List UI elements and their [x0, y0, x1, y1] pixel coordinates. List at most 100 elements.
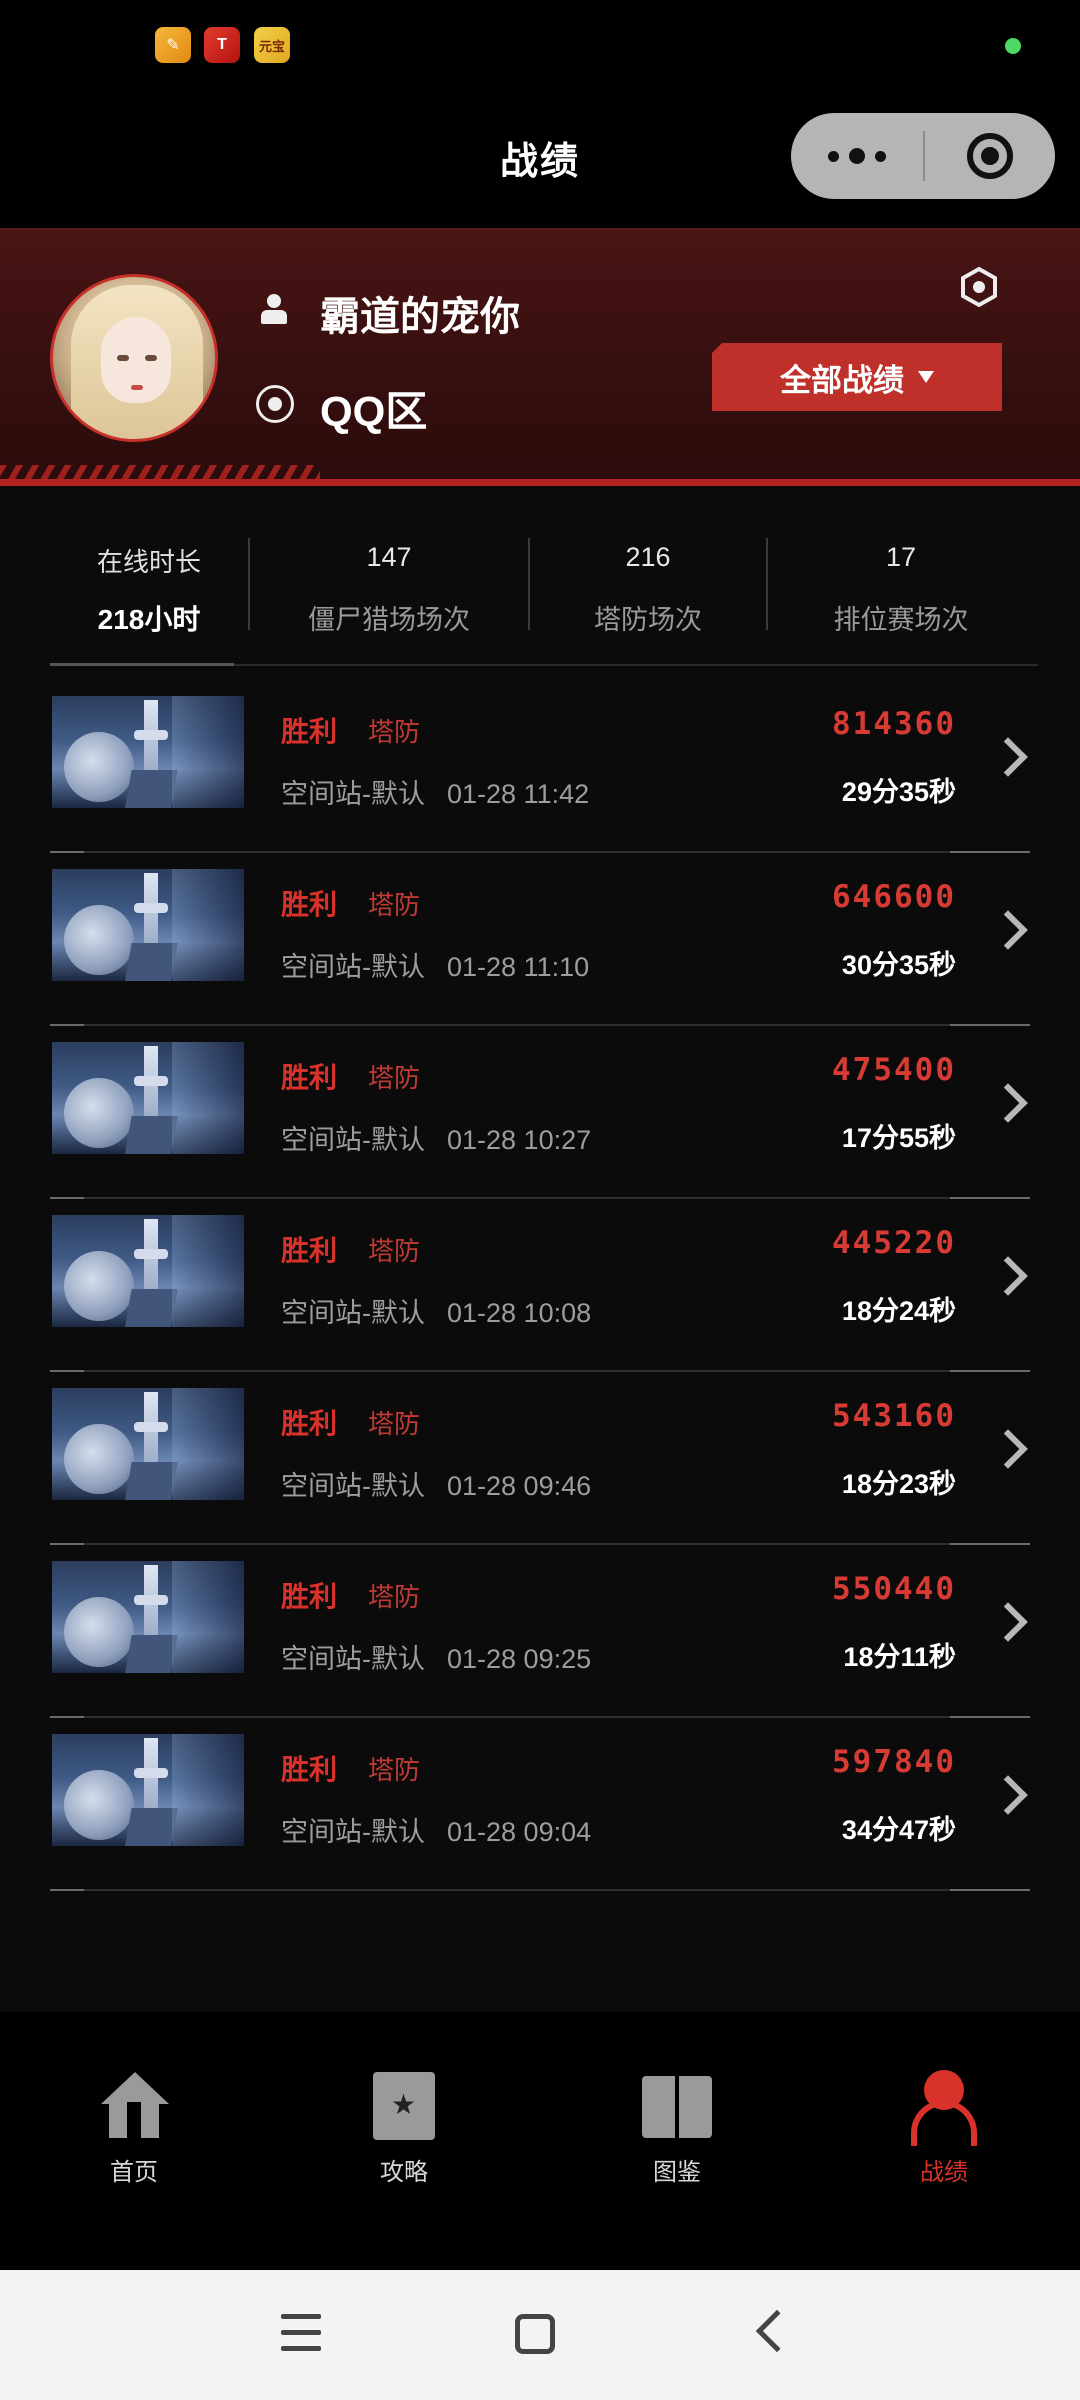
battle-score: 475400 — [832, 1052, 956, 1088]
battle-record-row[interactable]: 胜利 塔防 空间站-默认 01-28 11:42 814360 29分35秒 — [50, 680, 1030, 853]
battle-record-row[interactable]: 胜利 塔防 空间站-默认 01-28 11:10 646600 30分35秒 — [50, 853, 1030, 1026]
battle-record-row[interactable]: 胜利 塔防 空间站-默认 01-28 09:46 543160 18分23秒 — [50, 1372, 1030, 1545]
map-name: 空间站-默认 — [281, 1471, 425, 1501]
chevron-right-icon[interactable] — [986, 1427, 1030, 1471]
battle-duration: 18分11秒 — [843, 1642, 956, 1672]
open-book-icon — [642, 2070, 712, 2142]
battle-record-row[interactable]: 胜利 塔防 空间站-默认 01-28 10:08 445220 18分24秒 — [50, 1199, 1030, 1372]
battle-duration: 30分35秒 — [841, 950, 956, 980]
system-navigation-bar — [0, 2270, 1080, 2400]
map-name: 空间站-默认 — [281, 779, 425, 809]
dot-icon — [849, 148, 865, 164]
notes-app-icon: ✎ — [155, 27, 191, 63]
battle-time: 01-28 09:46 — [447, 1471, 592, 1501]
battle-score: 543160 — [832, 1398, 956, 1434]
battle-result: 胜利 — [281, 1408, 338, 1439]
tab-records[interactable]: 战绩 — [864, 2070, 1024, 2190]
battle-score: 646600 — [832, 879, 956, 915]
battle-record-row[interactable]: 胜利 塔防 空间站-默认 01-28 10:27 475400 17分55秒 — [50, 1026, 1030, 1199]
tab-label: 战绩 — [920, 2159, 968, 2186]
filter-label: 全部战绩 — [780, 362, 904, 398]
map-thumbnail — [52, 869, 244, 981]
battle-score: 445220 — [832, 1225, 956, 1261]
map-info: 空间站-默认 01-28 10:08 — [281, 1291, 591, 1330]
battle-record-row[interactable]: 胜利 塔防 空间站-默认 01-28 09:25 550440 18分11秒 — [50, 1545, 1030, 1718]
stat-online-time[interactable]: 在线时长 218小时 — [50, 520, 248, 666]
target-icon — [967, 133, 1013, 179]
back-arrow-icon[interactable] — [755, 2309, 799, 2353]
caret-down-icon — [918, 371, 934, 383]
battle-record-row[interactable]: 胜利 塔防 空间站-默认 01-28 09:04 597840 34分47秒 — [50, 1718, 1030, 1891]
user-icon — [258, 292, 290, 324]
battle-time: 01-28 10:27 — [447, 1125, 592, 1155]
battle-result: 胜利 — [281, 889, 338, 920]
map-thumbnail — [52, 1734, 244, 1846]
tab-label: 攻略 — [380, 2159, 428, 2186]
battle-mode: 塔防 — [368, 890, 421, 920]
battle-score: 550440 — [832, 1571, 956, 1607]
title-bar: 战绩 — [0, 90, 1080, 230]
battle-mode: 塔防 — [368, 1582, 421, 1612]
stat-tower-defense[interactable]: 216 塔防场次 — [530, 520, 766, 664]
map-thumbnail — [52, 1042, 244, 1154]
tab-label: 首页 — [110, 2159, 158, 2186]
battle-time: 01-28 10:08 — [447, 1298, 592, 1328]
battle-duration: 29分35秒 — [841, 777, 956, 807]
stat-label: 排位赛场次 — [833, 605, 969, 635]
chevron-right-icon[interactable] — [986, 908, 1030, 952]
battle-result: 胜利 — [281, 1581, 338, 1612]
all-records-filter-button[interactable]: 全部战绩 — [712, 343, 1002, 411]
hexagon-settings-icon[interactable] — [958, 266, 1000, 308]
profile-header: 霸道的宠你 QQ区 全部战绩 — [0, 228, 1080, 486]
battle-score: 597840 — [832, 1744, 956, 1780]
more-options-button[interactable] — [791, 113, 923, 199]
chevron-right-icon[interactable] — [986, 1773, 1030, 1817]
status-bar: ✎ T 元宝 — [0, 0, 1080, 90]
home-icon — [99, 2070, 169, 2142]
map-name: 空间站-默认 — [281, 1817, 425, 1847]
battle-duration: 18分24秒 — [841, 1296, 956, 1326]
username: 霸道的宠你 — [320, 295, 520, 339]
map-info: 空间站-默认 01-28 09:04 — [281, 1810, 591, 1849]
tab-label: 图鉴 — [653, 2159, 701, 2186]
tab-home[interactable]: 首页 — [54, 2070, 214, 2190]
game-app-icon: 元宝 — [254, 27, 290, 63]
battle-record-list: 胜利 塔防 空间站-默认 01-28 11:42 814360 29分35秒 胜利… — [50, 680, 1030, 1891]
battle-score: 814360 — [832, 706, 956, 742]
tab-guide[interactable]: 攻略 — [324, 2070, 484, 2190]
chevron-right-icon[interactable] — [986, 1254, 1030, 1298]
map-name: 空间站-默认 — [281, 1125, 425, 1155]
map-name: 空间站-默认 — [281, 952, 425, 982]
tab-encyclopedia[interactable]: 图鉴 — [597, 2070, 757, 2190]
battle-result: 胜利 — [281, 716, 338, 747]
battle-mode: 塔防 — [368, 717, 421, 747]
battle-time: 01-28 09:04 — [447, 1817, 592, 1847]
map-info: 空间站-默认 01-28 09:46 — [281, 1464, 591, 1503]
stat-value: 17 — [885, 542, 917, 572]
dot-icon — [875, 150, 886, 162]
map-info: 空间站-默认 01-28 10:27 — [281, 1118, 591, 1157]
home-square-icon[interactable] — [515, 2314, 555, 2354]
battle-duration: 34分47秒 — [841, 1815, 956, 1845]
chevron-right-icon[interactable] — [986, 1600, 1030, 1644]
battle-result: 胜利 — [281, 1235, 338, 1266]
chevron-right-icon[interactable] — [986, 1081, 1030, 1125]
stat-ranked[interactable]: 17 排位赛场次 — [768, 520, 1034, 664]
battle-mode: 塔防 — [368, 1236, 421, 1266]
map-thumbnail — [52, 1388, 244, 1500]
chevron-right-icon[interactable] — [986, 735, 1030, 779]
dot-icon — [828, 150, 839, 162]
battle-mode: 塔防 — [368, 1063, 421, 1093]
map-info: 空间站-默认 01-28 09:25 — [281, 1637, 591, 1676]
map-thumbnail — [52, 1561, 244, 1673]
status-indicator-dot — [1005, 38, 1021, 54]
menu-icon[interactable] — [281, 2314, 321, 2354]
close-mini-program-button[interactable] — [925, 113, 1055, 199]
avatar[interactable] — [50, 274, 218, 442]
stat-zombie-hunt[interactable]: 147 僵尸猎场场次 — [250, 520, 528, 664]
stats-row: 在线时长 218小时 147 僵尸猎场场次 216 塔防场次 17 排位赛场次 — [50, 520, 1038, 666]
map-info: 空间站-默认 01-28 11:10 — [281, 945, 589, 984]
stat-value: 216 — [625, 542, 671, 572]
map-name: 空间站-默认 — [281, 1644, 425, 1674]
battle-mode: 塔防 — [368, 1409, 421, 1439]
